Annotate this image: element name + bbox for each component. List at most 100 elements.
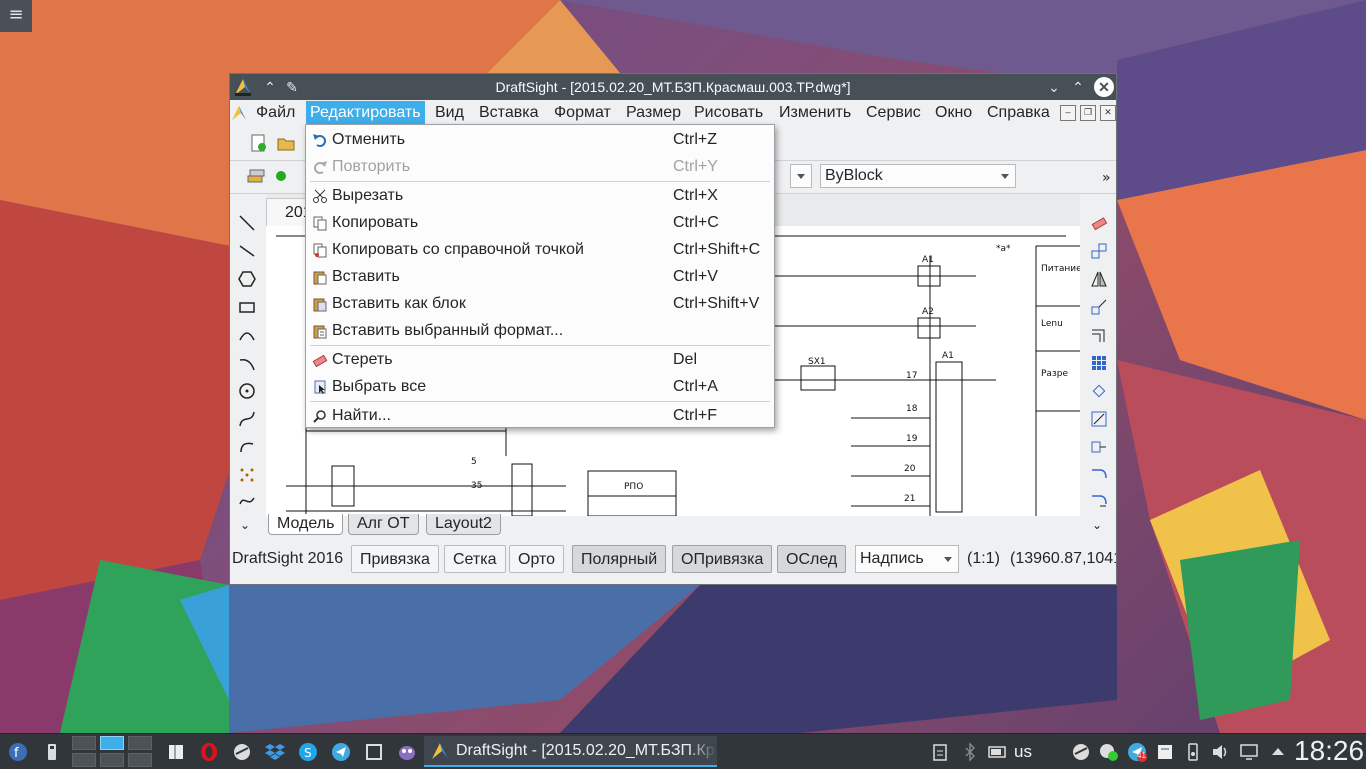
tab-alg-ot[interactable]: Алг ОТ bbox=[348, 514, 419, 535]
pidgin-icon[interactable] bbox=[397, 742, 417, 762]
ortho-button[interactable]: Орто bbox=[509, 545, 565, 573]
keyboard-layout-indicator[interactable]: us bbox=[1014, 742, 1032, 762]
notes-icon[interactable] bbox=[166, 742, 186, 762]
offset-tool-icon[interactable] bbox=[1090, 326, 1108, 344]
notes-tray-icon[interactable] bbox=[1155, 742, 1175, 762]
menu-format[interactable]: Формат bbox=[550, 101, 615, 125]
rectangle-tool-icon[interactable] bbox=[238, 298, 256, 316]
menu-modify[interactable]: Изменить bbox=[775, 101, 855, 125]
layer-manager-icon[interactable] bbox=[246, 166, 266, 186]
pattern-tool-icon[interactable] bbox=[1090, 354, 1108, 372]
device-notifier-icon[interactable] bbox=[1183, 742, 1203, 762]
infinite-line-tool-icon[interactable] bbox=[238, 242, 256, 260]
menu-dimension[interactable]: Размер bbox=[622, 101, 685, 125]
menu-item-paste-block[interactable]: Вставить как блок Ctrl+Shift+V bbox=[306, 290, 774, 317]
virtual-desktop-pager[interactable] bbox=[72, 736, 152, 768]
spline-tool-icon[interactable] bbox=[238, 410, 256, 428]
menu-item-cut[interactable]: Вырезать Ctrl+X bbox=[306, 182, 774, 209]
new-file-icon[interactable] bbox=[248, 133, 268, 153]
line-tool-icon[interactable] bbox=[238, 214, 256, 232]
skype-icon[interactable]: S bbox=[298, 742, 318, 762]
polar-button[interactable]: Полярный bbox=[572, 545, 667, 573]
extend-tool-icon[interactable] bbox=[1090, 492, 1108, 510]
snap-button[interactable]: Привязка bbox=[351, 545, 439, 573]
menu-insert[interactable]: Вставка bbox=[475, 101, 542, 125]
layer-on-icon[interactable] bbox=[276, 171, 286, 181]
telegram-launcher-icon[interactable] bbox=[331, 742, 351, 762]
trim-tool-icon[interactable] bbox=[1090, 466, 1108, 484]
tab-model[interactable]: Модель bbox=[268, 514, 344, 535]
bluetooth-icon[interactable] bbox=[960, 742, 980, 762]
usb-device-icon[interactable] bbox=[42, 742, 62, 762]
menu-item-paste-special[interactable]: Вставить выбранный формат... bbox=[306, 317, 774, 344]
point-tool-icon[interactable] bbox=[238, 466, 256, 484]
freehand-tool-icon[interactable] bbox=[238, 492, 256, 510]
desktop-menu-button[interactable]: ≡ bbox=[0, 0, 32, 32]
clipboard-icon[interactable] bbox=[930, 742, 950, 762]
desktop-1[interactable] bbox=[72, 736, 96, 750]
screenshot-icon[interactable] bbox=[364, 742, 384, 762]
menu-help[interactable]: Справка bbox=[983, 101, 1054, 125]
etrack-button[interactable]: ОСлед bbox=[777, 545, 847, 573]
menu-item-select-all[interactable]: Выбрать все Ctrl+A bbox=[306, 373, 774, 400]
menu-window[interactable]: Окно bbox=[931, 101, 976, 125]
keyboard-battery-icon[interactable] bbox=[988, 742, 1008, 762]
menu-item-paste[interactable]: Вставить Ctrl+V bbox=[306, 263, 774, 290]
dropbox-icon[interactable] bbox=[265, 742, 285, 762]
grid-button[interactable]: Сетка bbox=[444, 545, 506, 573]
desktop-6[interactable] bbox=[128, 753, 152, 767]
minimize-icon[interactable]: ⌄ bbox=[1044, 77, 1064, 97]
arc-3point-tool-icon[interactable] bbox=[238, 354, 256, 372]
open-folder-icon[interactable] bbox=[276, 133, 296, 153]
mirror-tool-icon[interactable] bbox=[1090, 270, 1108, 288]
menu-item-copy[interactable]: Копировать Ctrl+C bbox=[306, 209, 774, 236]
menu-item-redo[interactable]: Повторить Ctrl+Y bbox=[306, 153, 774, 180]
menu-file[interactable]: Файл bbox=[252, 101, 299, 125]
arc-tool-icon[interactable] bbox=[238, 326, 256, 344]
annotation-combo[interactable]: Надпись bbox=[855, 545, 959, 573]
toolbar-overflow-icon[interactable]: » bbox=[1102, 170, 1111, 186]
ellipse-arc-tool-icon[interactable] bbox=[238, 438, 256, 456]
polygon-tool-icon[interactable] bbox=[238, 270, 256, 288]
erase-tool-icon[interactable] bbox=[1090, 214, 1108, 232]
network-icon[interactable] bbox=[1239, 742, 1259, 762]
stretch-tool-icon[interactable] bbox=[1090, 438, 1108, 456]
menu-item-erase[interactable]: Стереть Del bbox=[306, 346, 774, 373]
close-icon[interactable]: ✕ bbox=[1094, 77, 1114, 97]
rotate-tool-icon[interactable] bbox=[1090, 382, 1108, 400]
menu-tools[interactable]: Сервис bbox=[862, 101, 925, 125]
color-combo-tail[interactable] bbox=[790, 164, 812, 188]
fedora-menu-icon[interactable]: f bbox=[8, 742, 28, 762]
linetype-combo[interactable]: ByBlock bbox=[820, 164, 1016, 188]
tray-status-icon[interactable] bbox=[1099, 742, 1119, 762]
menu-view[interactable]: Вид bbox=[431, 101, 468, 125]
circle-tool-icon[interactable] bbox=[238, 382, 256, 400]
show-hidden-icons-icon[interactable] bbox=[1268, 742, 1288, 762]
esnap-button[interactable]: ОПривязка bbox=[672, 545, 773, 573]
scale-tool-icon[interactable] bbox=[1090, 410, 1108, 428]
window-titlebar[interactable]: ⌃ ✎ DraftSight - [2015.02.20_МТ.БЗП.Крас… bbox=[230, 74, 1116, 100]
clock[interactable]: 18:26 bbox=[1294, 735, 1364, 767]
menu-item-copy-basepoint[interactable]: Копировать со справочной точкой Ctrl+Shi… bbox=[306, 236, 774, 263]
menu-item-find[interactable]: Найти... Ctrl+F bbox=[306, 402, 774, 429]
tab-layout2[interactable]: Layout2 bbox=[426, 514, 501, 535]
copy-tool-icon[interactable] bbox=[1090, 242, 1108, 260]
desktop-3[interactable] bbox=[128, 736, 152, 750]
opera-icon[interactable] bbox=[199, 742, 219, 762]
tray-tools-icon[interactable] bbox=[1071, 742, 1091, 762]
more-tools-chevron-icon[interactable]: ⌄ bbox=[240, 518, 258, 536]
mdi-close-icon[interactable]: ✕ bbox=[1100, 105, 1116, 121]
taskbar-task-draftsight[interactable]: DraftSight - [2015.02.20_МТ.БЗП.Кр bbox=[424, 736, 717, 767]
desktop-4[interactable] bbox=[72, 753, 96, 767]
desktop-5[interactable] bbox=[100, 753, 124, 767]
more-modify-chevron-icon[interactable]: ⌄ bbox=[1092, 518, 1110, 536]
maximize-icon[interactable]: ⌃ bbox=[1068, 77, 1088, 97]
mdi-minimize-icon[interactable]: – bbox=[1060, 105, 1076, 121]
menu-edit[interactable]: Редактировать bbox=[306, 101, 425, 125]
document-menu-icon[interactable] bbox=[230, 104, 248, 122]
menu-draw[interactable]: Рисовать bbox=[690, 101, 767, 125]
mdi-restore-icon[interactable]: ❐ bbox=[1080, 105, 1096, 121]
volume-icon[interactable] bbox=[1211, 742, 1231, 762]
desktop-2[interactable] bbox=[100, 736, 124, 750]
move-tool-icon[interactable] bbox=[1090, 298, 1108, 316]
